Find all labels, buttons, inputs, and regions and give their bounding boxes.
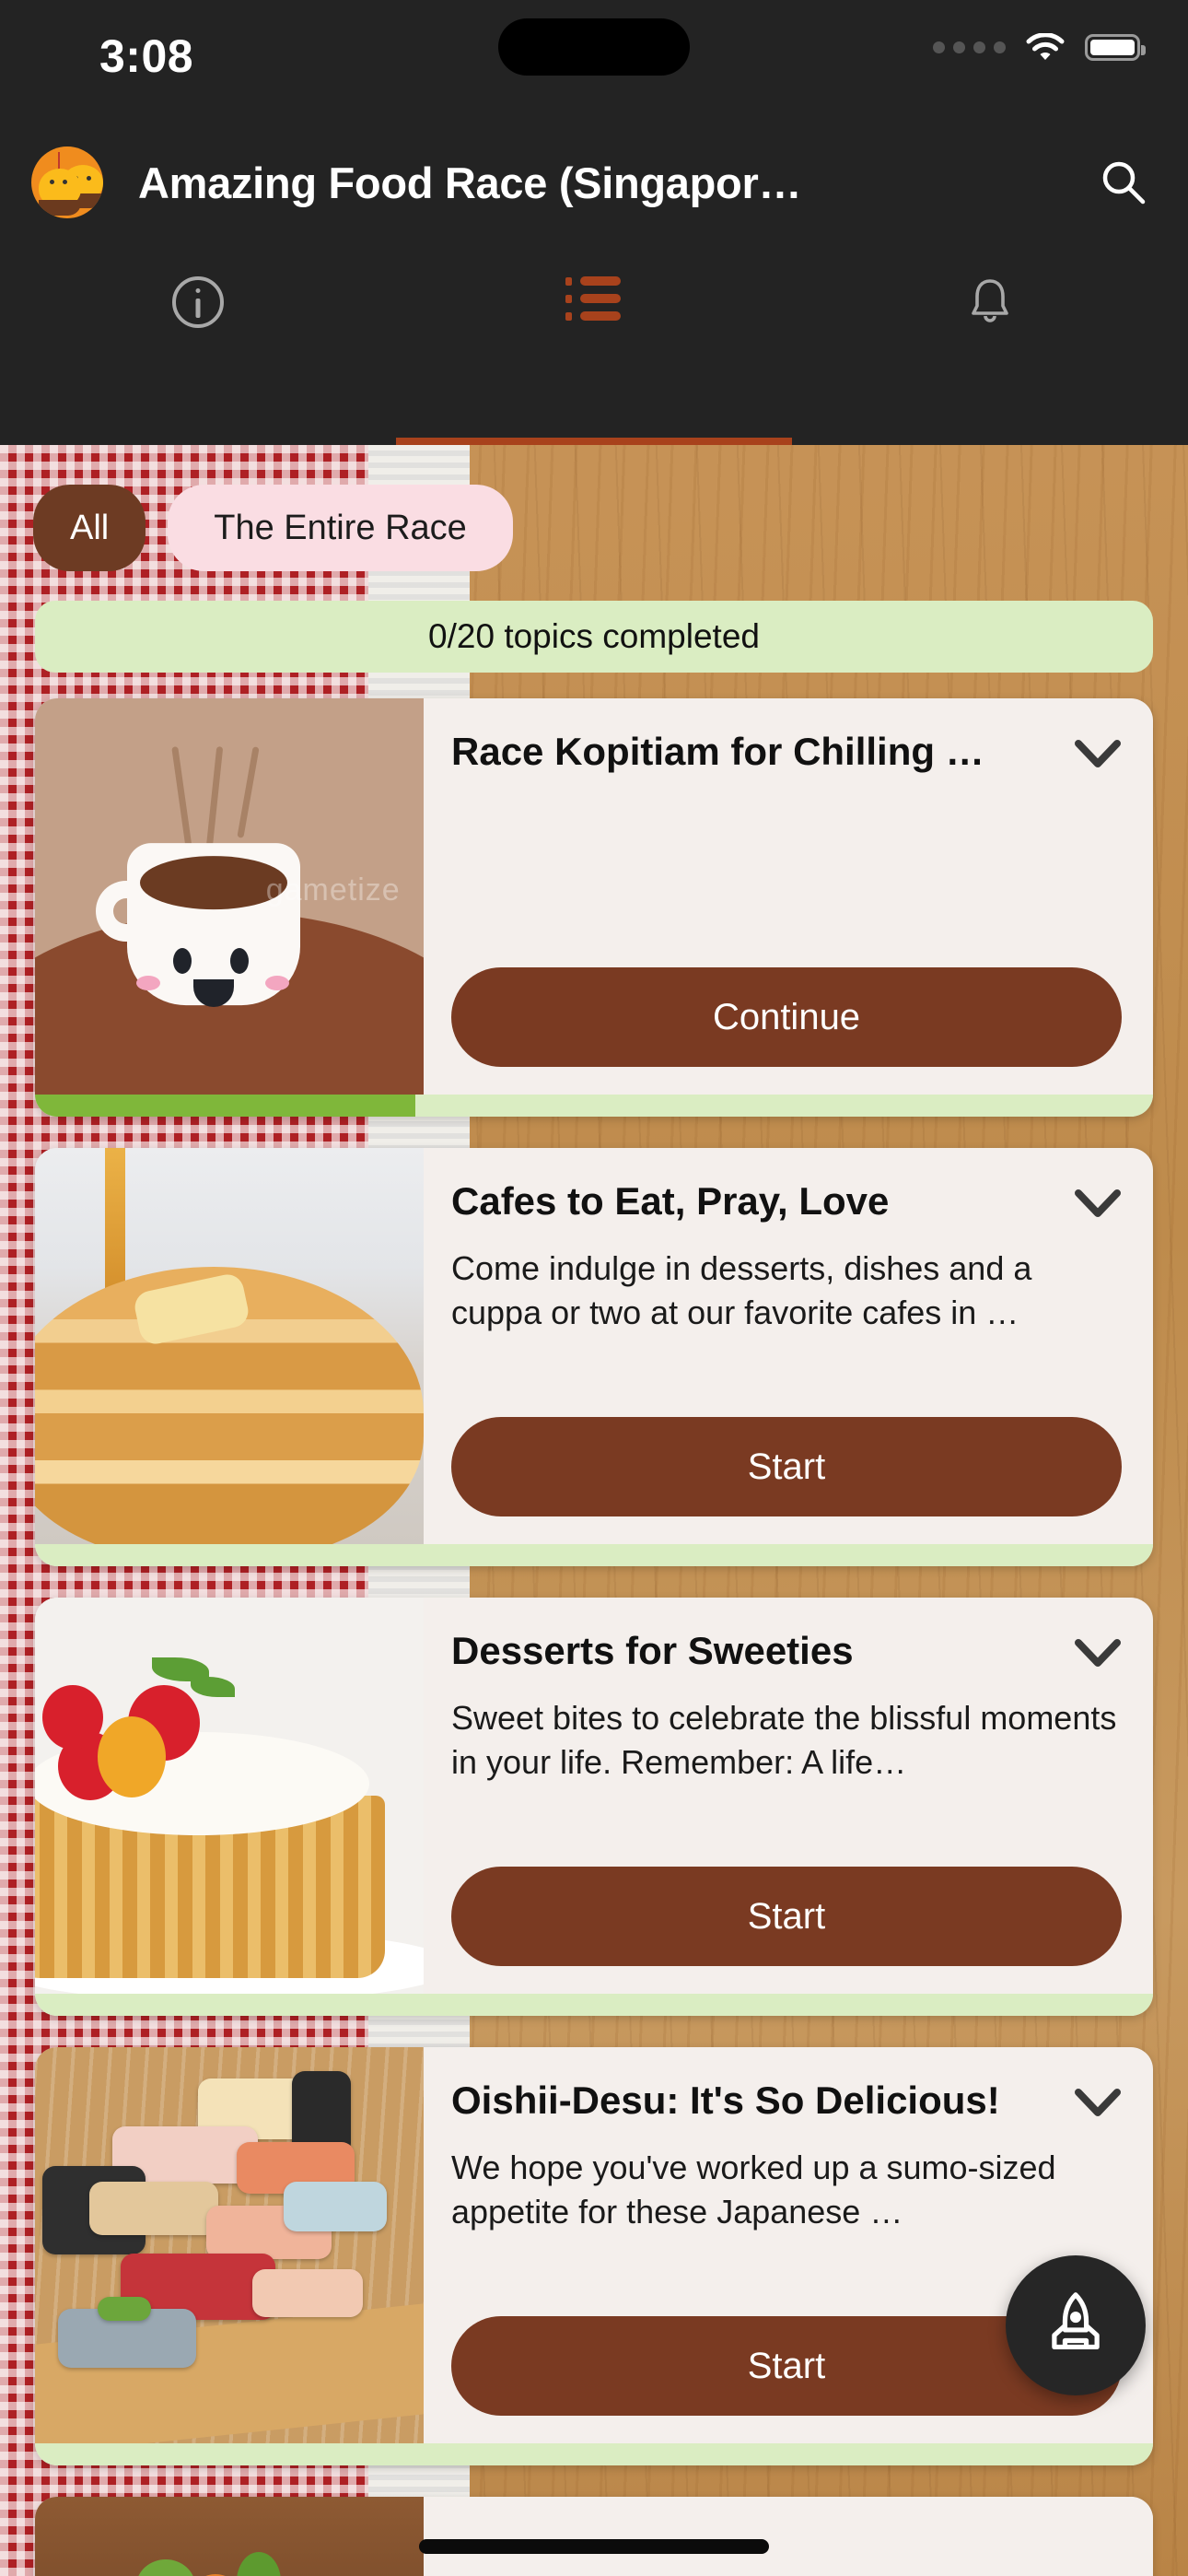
home-indicator	[419, 2539, 769, 2554]
topic-progress-fill	[35, 1095, 415, 1117]
topic-card-description: Sweet bites to celebrate the blissful mo…	[451, 1699, 1117, 1781]
topic-card[interactable]: gametize Race Kopitiam for Chilling … Co…	[35, 698, 1153, 1117]
topic-card-main: Desserts for Sweeties Sweet bites to cel…	[35, 1598, 1153, 1994]
topic-card-title: Oishii-Desu: It's So Delicious!	[451, 2078, 1000, 2122]
topic-card-title: Race Kopitiam for Chilling …	[451, 730, 984, 773]
topic-continue-button[interactable]: Continue	[451, 967, 1122, 1067]
rocket-fab-button[interactable]	[1006, 2255, 1146, 2395]
rocket-icon	[1042, 2289, 1110, 2362]
info-circle-icon	[172, 276, 224, 328]
topic-card[interactable]: Oishii-Desu: It's So Delicious! We hope …	[35, 2047, 1153, 2465]
topic-card-main: Oishii-Desu: It's So Delicious! We hope …	[35, 2047, 1153, 2443]
topic-card-description: Come indulge in desserts, dishes and a c…	[451, 1249, 1032, 1331]
status-bar-time: 3:08	[99, 30, 194, 82]
status-bar: 3:08	[0, 0, 1188, 109]
chevron-down-icon[interactable]	[1074, 2084, 1122, 2121]
battery-full-icon	[1085, 34, 1146, 61]
topic-progress-bar	[35, 1544, 1153, 1566]
tab-topics[interactable]	[396, 256, 792, 445]
chevron-down-icon[interactable]	[1074, 1634, 1122, 1671]
tab-bar	[0, 256, 1188, 445]
topic-card[interactable]	[35, 2497, 1153, 2576]
topic-card-main	[35, 2497, 1153, 2576]
app-screen: All The Entire Race 0/20 topics complete…	[0, 0, 1188, 2576]
topic-thumbnail-sushi	[35, 2047, 424, 2443]
topic-card-header: Oishii-Desu: It's So Delicious!	[451, 2078, 1122, 2122]
app-bar: Amazing Food Race (Singapor…	[0, 109, 1188, 256]
topic-thumbnail-coffee-cup: gametize	[35, 698, 424, 1095]
signal-dots-icon	[933, 41, 1006, 53]
watermark-text: gametize	[265, 872, 401, 908]
topic-card-main: Cafes to Eat, Pray, Love Come indulge in…	[35, 1148, 1153, 1544]
topic-thumbnail-berry-tart	[35, 1598, 424, 1994]
topic-thumbnail-pancakes	[35, 1148, 424, 1544]
chevron-down-icon[interactable]	[1074, 735, 1122, 772]
topic-card-main: gametize Race Kopitiam for Chilling … Co…	[35, 698, 1153, 1095]
page-title: Amazing Food Race (Singapor…	[138, 158, 802, 207]
topic-start-button[interactable]: Start	[451, 1867, 1122, 1966]
search-icon[interactable]	[1090, 149, 1157, 216]
tab-notifications[interactable]	[792, 256, 1188, 445]
tab-info[interactable]	[0, 256, 396, 445]
topic-card-title: Cafes to Eat, Pray, Love	[451, 1179, 890, 1223]
topic-card-description: We hope you've worked up a sumo-sized ap…	[451, 2149, 1056, 2231]
topic-thumbnail-salad	[35, 2497, 424, 2576]
bell-icon	[967, 276, 1013, 330]
chevron-down-icon[interactable]	[1074, 1185, 1122, 1222]
topic-card-body: Race Kopitiam for Chilling … Continue	[424, 698, 1153, 1095]
wifi-icon	[1026, 32, 1065, 62]
topic-card-header: Desserts for Sweeties	[451, 1629, 1122, 1672]
progress-banner: 0/20 topics completed	[35, 601, 1153, 673]
topic-start-button[interactable]: Start	[451, 1417, 1122, 1516]
topic-card-body: Desserts for Sweeties Sweet bites to cel…	[424, 1598, 1153, 1994]
filter-chip-the-entire-race[interactable]: The Entire Race	[168, 485, 513, 571]
topic-card-title: Desserts for Sweeties	[451, 1629, 854, 1672]
progress-banner-text: 0/20 topics completed	[428, 617, 760, 655]
topics-scroll-area[interactable]: All The Entire Race 0/20 topics complete…	[0, 445, 1188, 2576]
filter-chip-row: All The Entire Race	[0, 445, 1188, 571]
topic-card[interactable]: Cafes to Eat, Pray, Love Come indulge in…	[35, 1148, 1153, 1566]
topic-progress-bar	[35, 1994, 1153, 2016]
topic-progress-bar	[35, 2443, 1153, 2465]
topic-progress-bar	[35, 1095, 1153, 1117]
topic-card-list: gametize Race Kopitiam for Chilling … Co…	[0, 698, 1188, 2576]
topic-card-header: Cafes to Eat, Pray, Love	[451, 1179, 1122, 1223]
topic-card-body	[424, 2497, 1153, 2576]
tab-active-indicator	[396, 438, 792, 445]
burger-logo-icon	[31, 146, 103, 218]
status-bar-indicators	[933, 32, 1146, 62]
filter-chip-all[interactable]: All	[33, 485, 146, 571]
topic-card-body: Cafes to Eat, Pray, Love Come indulge in…	[424, 1148, 1153, 1544]
topic-card-header: Race Kopitiam for Chilling …	[451, 730, 1122, 773]
dynamic-island	[498, 18, 690, 76]
topic-card[interactable]: Desserts for Sweeties Sweet bites to cel…	[35, 1598, 1153, 2016]
list-lines-icon	[565, 276, 623, 321]
